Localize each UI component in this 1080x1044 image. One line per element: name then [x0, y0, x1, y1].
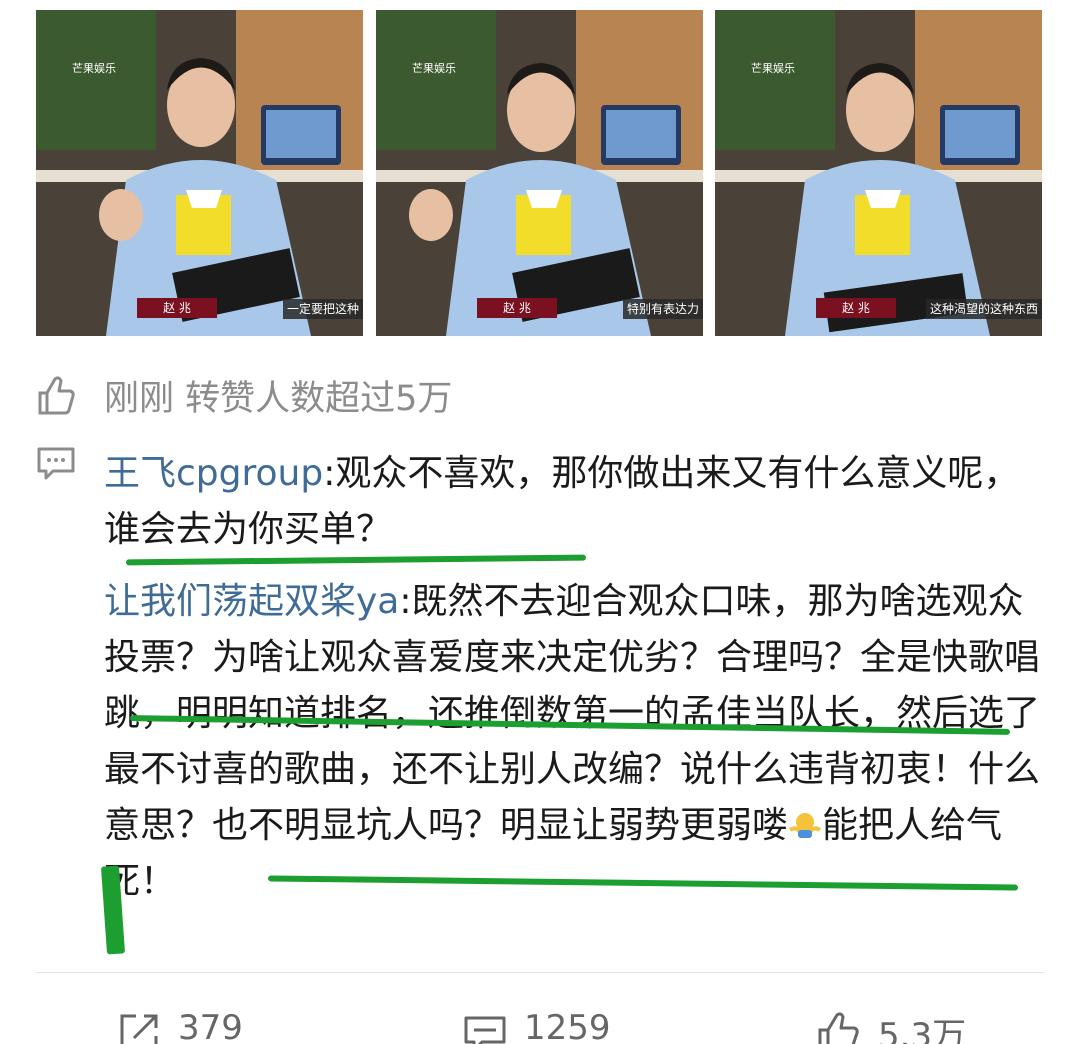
action-bar: 379 1259 5.3万 [0, 1000, 1080, 1044]
shrug-emoji-icon [788, 805, 822, 846]
subtitle-caption: 一定要把这种 [282, 299, 363, 319]
comment-item: 让我们荡起双桨ya:既然不去迎合观众口味，那为啥选观众投票？为啥让观众喜爱度来决… [104, 574, 1054, 910]
name-caption: 赵 兆 [137, 298, 217, 318]
video-still [715, 10, 1042, 336]
comment-username[interactable]: 让我们荡起双桨ya [104, 581, 399, 622]
thumbnail-image[interactable]: 芒果娱乐 赵 兆 这种渴望的这种东西 [715, 10, 1042, 336]
thumbnail-image[interactable]: 芒果娱乐 赵 兆 一定要把这种 [36, 10, 363, 336]
image-grid: 芒果娱乐 赵 兆 一定要把这种 芒果娱乐 赵 兆 特别有表达力 芒果娱乐 赵 兆… [36, 10, 1042, 336]
share-icon [120, 1014, 158, 1044]
weibo-post-view: 芒果娱乐 赵 兆 一定要把这种 芒果娱乐 赵 兆 特别有表达力 芒果娱乐 赵 兆… [0, 0, 1080, 1044]
repost-count: 379 [178, 1008, 243, 1044]
comment-username[interactable]: 王飞cpgroup [104, 453, 323, 494]
like-count: 5.3万 [878, 1016, 967, 1044]
video-still [376, 10, 703, 336]
comment-count: 1259 [524, 1008, 611, 1044]
channel-logo: 芒果娱乐 [751, 62, 795, 75]
name-caption: 赵 兆 [816, 298, 896, 318]
channel-logo: 芒果娱乐 [412, 62, 456, 75]
divider [36, 972, 1044, 973]
channel-logo: 芒果娱乐 [72, 62, 116, 75]
thumbs-up-icon [818, 1012, 859, 1044]
comment-icon [464, 1016, 506, 1044]
comment-item: 王飞cpgroup:观众不喜欢，那你做出来又有什么意义呢，谁会去为你买单？ [104, 446, 1054, 558]
comment-icon [36, 446, 76, 482]
like-summary-text: 刚刚 转赞人数超过5万 [104, 379, 453, 419]
video-still [36, 10, 363, 336]
subtitle-caption: 这种渴望的这种东西 [925, 299, 1042, 319]
subtitle-caption: 特别有表达力 [622, 299, 703, 319]
thumbnail-image[interactable]: 芒果娱乐 赵 兆 特别有表达力 [376, 10, 703, 336]
thumbs-up-icon [36, 373, 76, 417]
name-caption: 赵 兆 [477, 298, 557, 318]
